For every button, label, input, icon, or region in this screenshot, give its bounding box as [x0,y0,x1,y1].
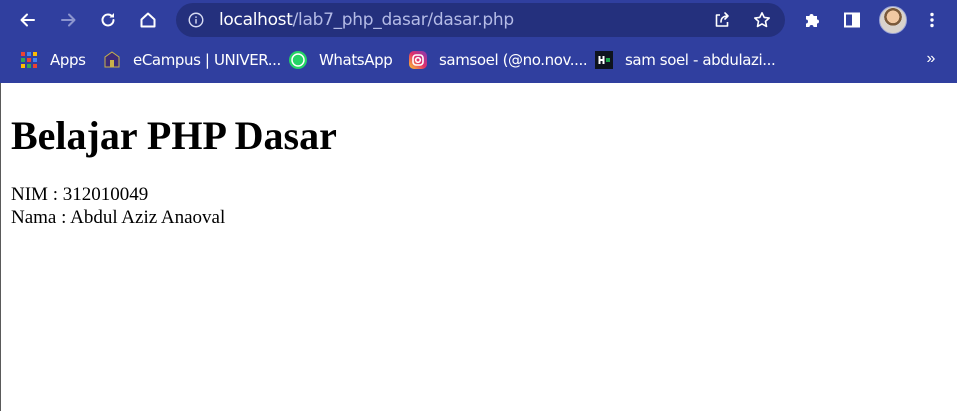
bookmark-whatsapp[interactable]: WhatsApp [288,50,393,70]
reload-icon [101,13,115,27]
apps-grid-icon [19,50,39,70]
back-arrow-icon [20,13,35,27]
share-button[interactable] [710,8,734,32]
hackerrank-icon [594,50,614,70]
bookmark-instagram[interactable]: samsoel (@no.nov.... [408,50,588,70]
bookmark-star-button[interactable] [750,8,774,32]
extensions-button[interactable] [796,4,828,36]
address-bar[interactable]: localhost/lab7_php_dasar/dasar.php [176,3,785,37]
site-info-button[interactable] [186,10,206,30]
back-button[interactable] [12,4,44,36]
url-host: localhost [219,10,293,30]
bookmarks-bar: Apps eCampus | UNIVER... WhatsApp samsoe… [0,41,957,79]
url-path: /lab7_php_dasar/dasar.php [292,10,515,30]
star-icon [754,12,770,28]
kebab-menu-icon [930,12,934,28]
browser-toolbar: localhost/lab7_php_dasar/dasar.php [0,0,957,41]
browser-chrome: localhost/lab7_php_dasar/dasar.php Apps … [0,0,957,83]
bookmark-apps[interactable]: Apps [19,50,86,70]
bookmarks-overflow-button[interactable]: » [921,49,941,69]
instagram-icon [408,50,428,70]
browser-menu-button[interactable] [916,4,948,36]
puzzle-icon [806,14,819,27]
bookmark-label: Apps [50,51,86,69]
nim-text: NIM : 312010049 [11,184,149,205]
bookmark-hackerrank[interactable]: sam soel - abdulazi... [594,50,776,70]
nama-text: Nama : Abdul Aziz Anaoval [11,207,226,228]
bookmark-label: WhatsApp [319,51,393,69]
side-panel-button[interactable] [836,4,868,36]
reload-button[interactable] [92,4,124,36]
bookmark-label: eCampus | UNIVER... [133,51,281,69]
url-text[interactable]: localhost/lab7_php_dasar/dasar.php [219,10,514,30]
forward-button[interactable] [52,4,84,36]
info-icon [188,12,204,28]
bookmark-ecampus[interactable]: eCampus | UNIVER... [102,50,281,70]
home-button[interactable] [132,4,164,36]
whatsapp-icon [288,50,308,70]
bookmark-label: samsoel (@no.nov.... [439,51,588,69]
side-panel-icon [844,12,860,28]
forward-arrow-icon [61,13,76,27]
share-icon [715,12,729,27]
university-logo-icon [102,50,122,70]
page-content: Belajar PHP Dasar NIM : 312010049 Nama :… [0,83,957,411]
home-icon [140,12,156,28]
page-title: Belajar PHP Dasar [11,113,337,158]
profile-avatar[interactable] [879,6,907,34]
bookmark-label: sam soel - abdulazi... [625,51,776,69]
